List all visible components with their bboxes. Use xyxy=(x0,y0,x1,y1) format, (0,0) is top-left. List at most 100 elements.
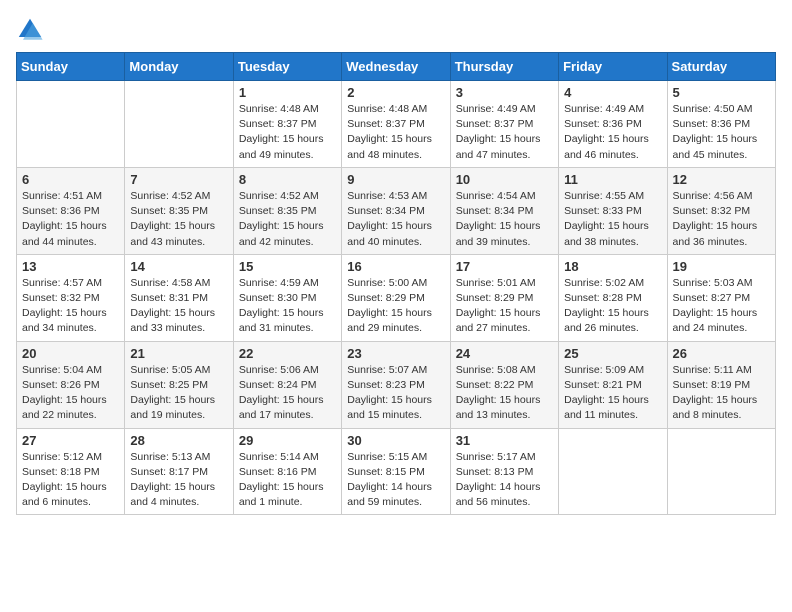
day-info: Sunrise: 5:08 AM Sunset: 8:22 PM Dayligh… xyxy=(456,363,553,424)
day-info: Sunrise: 4:59 AM Sunset: 8:30 PM Dayligh… xyxy=(239,276,336,337)
calendar-cell: 8 Sunrise: 4:52 AM Sunset: 8:35 PM Daylig… xyxy=(233,167,341,254)
week-row-1: 1 Sunrise: 4:48 AM Sunset: 8:37 PM Daylig… xyxy=(17,81,776,168)
day-number: 22 xyxy=(239,346,336,361)
day-info: Sunrise: 4:53 AM Sunset: 8:34 PM Dayligh… xyxy=(347,189,444,250)
day-number: 16 xyxy=(347,259,444,274)
day-info: Sunrise: 4:52 AM Sunset: 8:35 PM Dayligh… xyxy=(239,189,336,250)
day-info: Sunrise: 5:03 AM Sunset: 8:27 PM Dayligh… xyxy=(673,276,770,337)
day-info: Sunrise: 4:49 AM Sunset: 8:36 PM Dayligh… xyxy=(564,102,661,163)
calendar-cell: 20 Sunrise: 5:04 AM Sunset: 8:26 PM Dayli… xyxy=(17,341,125,428)
day-number: 31 xyxy=(456,433,553,448)
calendar-header-row: SundayMondayTuesdayWednesdayThursdayFrid… xyxy=(17,53,776,81)
header-thursday: Thursday xyxy=(450,53,558,81)
week-row-3: 13 Sunrise: 4:57 AM Sunset: 8:32 PM Dayli… xyxy=(17,254,776,341)
day-info: Sunrise: 4:51 AM Sunset: 8:36 PM Dayligh… xyxy=(22,189,119,250)
day-number: 2 xyxy=(347,85,444,100)
day-info: Sunrise: 5:13 AM Sunset: 8:17 PM Dayligh… xyxy=(130,450,227,511)
header-tuesday: Tuesday xyxy=(233,53,341,81)
day-number: 28 xyxy=(130,433,227,448)
day-info: Sunrise: 4:50 AM Sunset: 8:36 PM Dayligh… xyxy=(673,102,770,163)
calendar-cell: 4 Sunrise: 4:49 AM Sunset: 8:36 PM Daylig… xyxy=(559,81,667,168)
day-number: 1 xyxy=(239,85,336,100)
day-number: 24 xyxy=(456,346,553,361)
calendar-cell: 17Sunrise: 5:01 AM Sunset: 8:29 PM Dayli… xyxy=(450,254,558,341)
calendar-cell: 11 Sunrise: 4:55 AM Sunset: 8:33 PM Dayli… xyxy=(559,167,667,254)
calendar-cell xyxy=(125,81,233,168)
calendar-cell: 12 Sunrise: 4:56 AM Sunset: 8:32 PM Dayli… xyxy=(667,167,775,254)
calendar-cell: 31 Sunrise: 5:17 AM Sunset: 8:13 PM Dayli… xyxy=(450,428,558,515)
calendar-cell: 10Sunrise: 4:54 AM Sunset: 8:34 PM Dayli… xyxy=(450,167,558,254)
calendar-cell: 15 Sunrise: 4:59 AM Sunset: 8:30 PM Dayli… xyxy=(233,254,341,341)
day-number: 23 xyxy=(347,346,444,361)
calendar-cell: 19Sunrise: 5:03 AM Sunset: 8:27 PM Dayli… xyxy=(667,254,775,341)
calendar-cell: 30 Sunrise: 5:15 AM Sunset: 8:15 PM Dayli… xyxy=(342,428,450,515)
calendar-cell: 3 Sunrise: 4:49 AM Sunset: 8:37 PM Daylig… xyxy=(450,81,558,168)
calendar-cell xyxy=(559,428,667,515)
day-number: 3 xyxy=(456,85,553,100)
calendar-cell: 13 Sunrise: 4:57 AM Sunset: 8:32 PM Dayli… xyxy=(17,254,125,341)
day-info: Sunrise: 5:15 AM Sunset: 8:15 PM Dayligh… xyxy=(347,450,444,511)
day-info: Sunrise: 5:01 AM Sunset: 8:29 PM Dayligh… xyxy=(456,276,553,337)
day-number: 27 xyxy=(22,433,119,448)
calendar-cell: 29Sunrise: 5:14 AM Sunset: 8:16 PM Dayli… xyxy=(233,428,341,515)
day-info: Sunrise: 5:00 AM Sunset: 8:29 PM Dayligh… xyxy=(347,276,444,337)
logo xyxy=(16,16,48,44)
day-number: 15 xyxy=(239,259,336,274)
page-header xyxy=(16,16,776,44)
day-number: 6 xyxy=(22,172,119,187)
day-info: Sunrise: 4:54 AM Sunset: 8:34 PM Dayligh… xyxy=(456,189,553,250)
calendar-cell: 25 Sunrise: 5:09 AM Sunset: 8:21 PM Dayli… xyxy=(559,341,667,428)
day-number: 8 xyxy=(239,172,336,187)
calendar-cell: 24 Sunrise: 5:08 AM Sunset: 8:22 PM Dayli… xyxy=(450,341,558,428)
day-number: 21 xyxy=(130,346,227,361)
day-number: 9 xyxy=(347,172,444,187)
day-info: Sunrise: 4:56 AM Sunset: 8:32 PM Dayligh… xyxy=(673,189,770,250)
day-number: 12 xyxy=(673,172,770,187)
calendar-cell: 23Sunrise: 5:07 AM Sunset: 8:23 PM Dayli… xyxy=(342,341,450,428)
header-saturday: Saturday xyxy=(667,53,775,81)
calendar-cell xyxy=(17,81,125,168)
day-info: Sunrise: 4:48 AM Sunset: 8:37 PM Dayligh… xyxy=(347,102,444,163)
day-number: 18 xyxy=(564,259,661,274)
header-wednesday: Wednesday xyxy=(342,53,450,81)
day-info: Sunrise: 5:05 AM Sunset: 8:25 PM Dayligh… xyxy=(130,363,227,424)
day-info: Sunrise: 5:06 AM Sunset: 8:24 PM Dayligh… xyxy=(239,363,336,424)
calendar-cell: 21 Sunrise: 5:05 AM Sunset: 8:25 PM Dayli… xyxy=(125,341,233,428)
day-info: Sunrise: 4:57 AM Sunset: 8:32 PM Dayligh… xyxy=(22,276,119,337)
day-info: Sunrise: 4:49 AM Sunset: 8:37 PM Dayligh… xyxy=(456,102,553,163)
day-number: 13 xyxy=(22,259,119,274)
day-number: 20 xyxy=(22,346,119,361)
day-number: 26 xyxy=(673,346,770,361)
day-info: Sunrise: 5:17 AM Sunset: 8:13 PM Dayligh… xyxy=(456,450,553,511)
day-info: Sunrise: 5:02 AM Sunset: 8:28 PM Dayligh… xyxy=(564,276,661,337)
day-info: Sunrise: 4:52 AM Sunset: 8:35 PM Dayligh… xyxy=(130,189,227,250)
day-number: 11 xyxy=(564,172,661,187)
calendar-cell: 2 Sunrise: 4:48 AM Sunset: 8:37 PM Daylig… xyxy=(342,81,450,168)
week-row-5: 27 Sunrise: 5:12 AM Sunset: 8:18 PM Dayli… xyxy=(17,428,776,515)
day-info: Sunrise: 5:04 AM Sunset: 8:26 PM Dayligh… xyxy=(22,363,119,424)
logo-icon xyxy=(16,16,44,44)
day-info: Sunrise: 5:09 AM Sunset: 8:21 PM Dayligh… xyxy=(564,363,661,424)
calendar-cell: 26 Sunrise: 5:11 AM Sunset: 8:19 PM Dayli… xyxy=(667,341,775,428)
day-info: Sunrise: 4:58 AM Sunset: 8:31 PM Dayligh… xyxy=(130,276,227,337)
header-friday: Friday xyxy=(559,53,667,81)
day-info: Sunrise: 5:12 AM Sunset: 8:18 PM Dayligh… xyxy=(22,450,119,511)
day-number: 7 xyxy=(130,172,227,187)
calendar-cell xyxy=(667,428,775,515)
week-row-2: 6 Sunrise: 4:51 AM Sunset: 8:36 PM Daylig… xyxy=(17,167,776,254)
day-number: 14 xyxy=(130,259,227,274)
day-info: Sunrise: 5:11 AM Sunset: 8:19 PM Dayligh… xyxy=(673,363,770,424)
calendar-cell: 1Sunrise: 4:48 AM Sunset: 8:37 PM Daylig… xyxy=(233,81,341,168)
calendar-cell: 14 Sunrise: 4:58 AM Sunset: 8:31 PM Dayli… xyxy=(125,254,233,341)
day-number: 4 xyxy=(564,85,661,100)
day-number: 25 xyxy=(564,346,661,361)
header-monday: Monday xyxy=(125,53,233,81)
week-row-4: 20 Sunrise: 5:04 AM Sunset: 8:26 PM Dayli… xyxy=(17,341,776,428)
day-number: 30 xyxy=(347,433,444,448)
day-number: 5 xyxy=(673,85,770,100)
calendar-table: SundayMondayTuesdayWednesdayThursdayFrid… xyxy=(16,52,776,515)
day-info: Sunrise: 5:14 AM Sunset: 8:16 PM Dayligh… xyxy=(239,450,336,511)
calendar-cell: 9 Sunrise: 4:53 AM Sunset: 8:34 PM Daylig… xyxy=(342,167,450,254)
calendar-cell: 5 Sunrise: 4:50 AM Sunset: 8:36 PM Daylig… xyxy=(667,81,775,168)
day-info: Sunrise: 4:55 AM Sunset: 8:33 PM Dayligh… xyxy=(564,189,661,250)
